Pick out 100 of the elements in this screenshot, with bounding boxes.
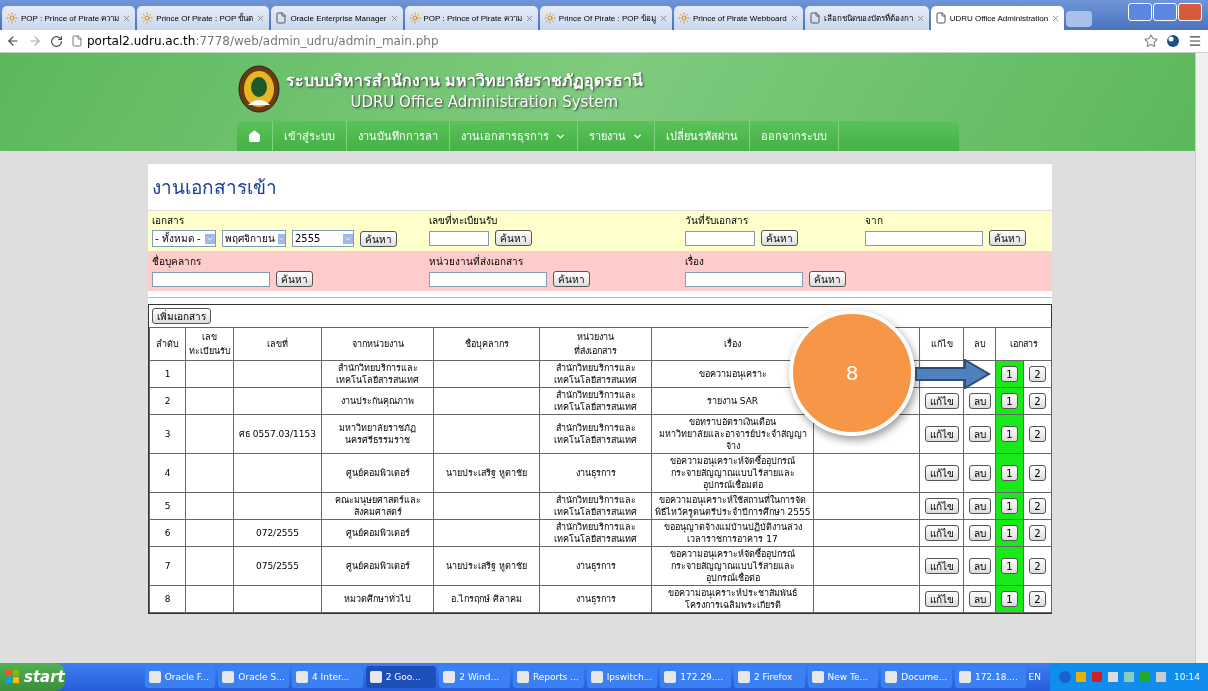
search-button[interactable]: ค้นหา [809,271,846,287]
dropdown[interactable]: พฤศจิกายน [222,230,286,247]
taskbar-button[interactable]: Reports ... [512,666,584,688]
taskbar-button[interactable]: Oracle F... [144,666,216,688]
browser-tab[interactable]: Prince Of Pirate : POP ข้อมู [539,6,672,30]
address-field[interactable]: portal2.udru.ac.th:7778/web/admin_udru/admin_main.php [71,32,1136,50]
dropdown[interactable]: 2555 [292,230,354,247]
menu-icon[interactable] [1188,34,1202,48]
search-button[interactable]: ค้นหา [360,230,397,247]
add-document-button[interactable]: เพิ่มเอกสาร [152,308,211,324]
document-button[interactable]: 1 [1001,498,1018,514]
search-button[interactable]: ค้นหา [553,271,590,287]
sun-icon [141,12,154,24]
table-cell: ศูนย์คอมพิวเตอร์ [345,561,410,571]
edit-button[interactable]: แก้ไข [924,498,959,514]
taskbar-button[interactable]: 172.18.... [954,666,1026,688]
taskbar-button[interactable]: Ipswitch... [586,666,658,688]
new-tab-button[interactable] [1066,11,1093,27]
close-icon[interactable] [658,13,668,23]
document-button[interactable]: 2 [1029,591,1046,607]
app-icon [737,671,750,683]
forward-icon[interactable] [28,34,42,48]
table-cell: ขอความอนุเคราะห์จัดซื้ออุปกรณ์ กระจายสัญญาณแบบไร้สายและ อุปกรณ์เชื่อต่อ [670,549,795,583]
delete-button[interactable]: ลบ [968,498,991,514]
document-button[interactable]: 2 [1029,426,1046,442]
document-button[interactable]: 2 [1029,525,1046,541]
edit-button[interactable]: แก้ไข [924,393,959,409]
language-indicator[interactable]: EN [1028,672,1041,682]
text-field[interactable] [429,230,489,246]
search-button[interactable]: ค้นหา [989,230,1026,246]
close-icon[interactable] [789,13,799,23]
document-button[interactable]: 1 [1001,393,1018,409]
column-header: เลขที่ [233,327,322,361]
browser-tab[interactable]: Prince of Pirate Webboard [673,6,803,30]
close-icon[interactable] [915,13,925,23]
document-button[interactable]: 1 [1001,366,1018,382]
taskbar-button[interactable]: New Te... [807,666,879,688]
close-icon[interactable] [256,13,266,23]
minimize-button[interactable] [1128,3,1152,21]
table-cell: งานธุรการ [575,468,616,478]
taskbar-button[interactable]: 4 Inter... [292,666,363,688]
page-title: งานเอกสารเข้า [151,175,278,200]
document-button[interactable]: 1 [1001,525,1018,541]
edit-button[interactable]: แก้ไข [924,591,959,607]
browser-tab[interactable]: Oracle Enterprise Manager [271,6,403,30]
scrollbar[interactable] [1195,53,1208,663]
close-button[interactable] [1178,3,1202,21]
close-icon[interactable] [1051,13,1061,23]
browser-tab[interactable]: POP : Prince of Pirate ความ [2,6,136,30]
browser-tab[interactable]: POP : Prince of Pirate ความ [404,6,538,30]
browser-tab[interactable]: Prince Of Pirate : POP ขั้นต [137,6,270,30]
edit-button[interactable]: แก้ไข [924,465,959,481]
edit-button[interactable]: แก้ไข [924,525,959,541]
document-button[interactable]: 2 [1029,498,1046,514]
delete-button[interactable]: ลบ [968,393,991,409]
document-button[interactable]: 1 [1001,426,1018,442]
document-button[interactable]: 2 [1029,366,1046,382]
document-button[interactable]: 1 [1001,591,1018,607]
close-icon[interactable] [122,13,132,23]
delete-button[interactable]: ลบ [968,591,991,607]
taskbar-button[interactable]: 2 Firefox [733,666,805,688]
reload-icon[interactable] [50,34,63,48]
text-field[interactable] [685,230,755,246]
text-field[interactable] [865,230,983,246]
close-icon[interactable] [524,13,534,23]
app-icon [443,671,456,683]
text-field[interactable] [685,271,803,287]
app-icon [296,671,308,683]
dropdown[interactable]: - ทั้งหมด - [152,230,216,247]
text-field[interactable] [152,271,270,287]
maximize-button[interactable] [1153,3,1177,21]
table-cell: งานประกันคุณภาพ [341,396,414,406]
edit-button[interactable]: แก้ไข [924,558,959,574]
back-icon[interactable] [6,34,20,48]
document-button[interactable]: 2 [1029,393,1046,409]
taskbar-button[interactable]: Docume... [881,666,952,688]
search-button[interactable]: ค้นหา [761,230,798,246]
text-field[interactable] [429,271,547,287]
document-button[interactable]: 1 [1001,465,1018,481]
header-subtitle: UDRU Office Administration System [350,92,619,111]
delete-button[interactable]: ลบ [968,465,991,481]
taskbar-button[interactable]: 2 Wind... [439,666,510,688]
close-icon[interactable] [389,13,399,23]
clock: 10:14 [1174,672,1200,682]
star-icon[interactable] [1144,34,1158,48]
delete-button[interactable]: ลบ [968,558,991,574]
delete-button[interactable]: ลบ [968,426,991,442]
document-button[interactable]: 2 [1029,558,1046,574]
browser-tab[interactable]: เลือกชนิดของบัตรที่ต้องกา [804,6,929,30]
document-button[interactable]: 1 [1001,558,1018,574]
taskbar-button[interactable]: Oracle S... [218,666,289,688]
taskbar-button[interactable]: 2 Goo... [365,666,437,688]
edit-button[interactable]: แก้ไข [924,426,959,442]
delete-button[interactable]: ลบ [968,525,991,541]
taskbar-button[interactable]: 172.29.... [660,666,731,688]
browser-tab[interactable]: UDRU Office Administration [930,6,1065,30]
document-button[interactable]: 2 [1029,465,1046,481]
table-cell: ขอความอนุเคราะ [698,369,767,379]
search-button[interactable]: ค้นหา [495,230,532,246]
search-button[interactable]: ค้นหา [276,271,313,287]
